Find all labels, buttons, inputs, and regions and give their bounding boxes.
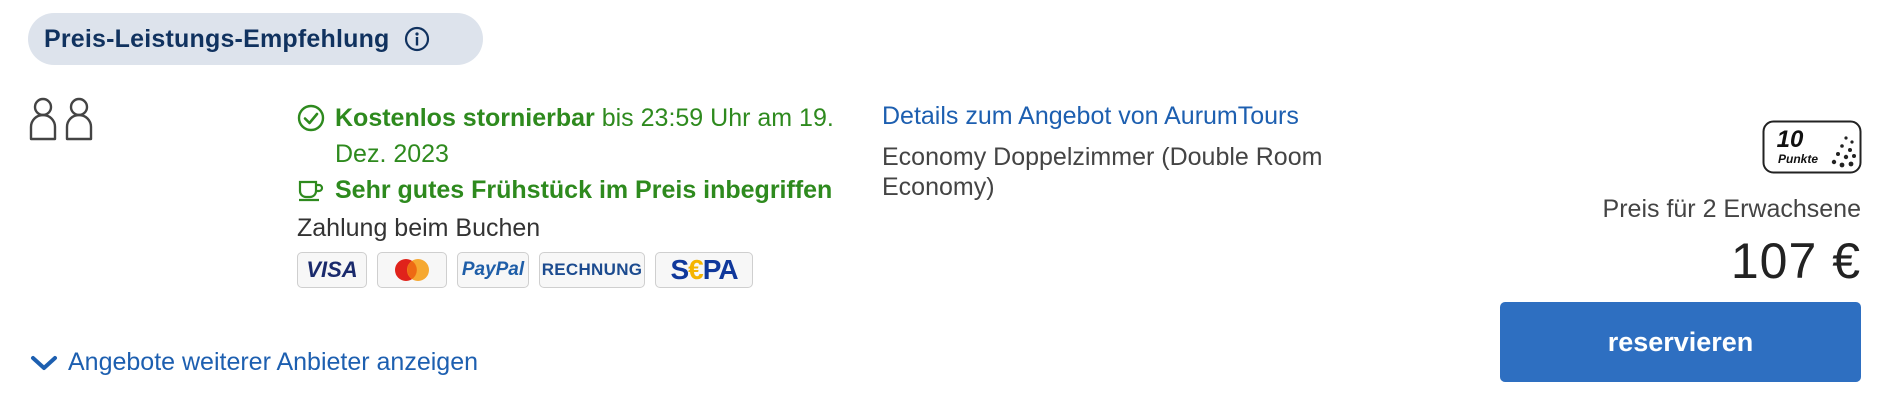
- guest-count: [28, 97, 94, 141]
- person-icon: [28, 97, 58, 141]
- sepa-logo-s: S: [670, 254, 689, 285]
- payment-methods: VISA PayPal RECHNUNG S € PA: [297, 252, 857, 288]
- offer-terms: Kostenlos stornierbar bis 23:59 Uhr am 1…: [297, 100, 857, 288]
- points-badge: 10 Punkte: [1762, 120, 1862, 174]
- mastercard-logo: [377, 252, 447, 288]
- points-label: Punkte: [1778, 152, 1818, 166]
- offer-details-link[interactable]: Details zum Angebot von AurumTours: [882, 100, 1402, 132]
- sepa-logo-euro: €: [688, 254, 704, 285]
- more-offers-toggle[interactable]: Angebote weiterer Anbieter anzeigen: [30, 348, 478, 377]
- recommendation-badge: Preis-Leistungs-Empfehlung: [28, 13, 483, 65]
- sepa-logo-pa: PA: [702, 254, 739, 285]
- cancellation-info: Kostenlos stornierbar bis 23:59 Uhr am 1…: [297, 100, 857, 172]
- reserve-button[interactable]: reservieren: [1500, 302, 1861, 382]
- coffee-cup-icon: [297, 172, 327, 208]
- visa-logo: VISA: [297, 252, 367, 288]
- price-amount: 107 €: [1730, 233, 1861, 289]
- breakfast-info: Sehr gutes Frühstück im Preis inbegriffe…: [297, 172, 857, 208]
- offer-details: Details zum Angebot von AurumTours Econo…: [882, 100, 1402, 202]
- payment-timing: Zahlung beim Buchen: [297, 214, 541, 242]
- points-value: 10: [1777, 126, 1804, 153]
- paypal-logo: PayPal: [457, 252, 529, 288]
- price-label: Preis für 2 Erwachsene: [1602, 195, 1861, 223]
- sepa-logo: S € PA: [655, 252, 753, 288]
- more-offers-label: Angebote weiterer Anbieter anzeigen: [68, 348, 479, 376]
- breakfast-label: Sehr gutes Frühstück im Preis inbegriffe…: [335, 176, 833, 204]
- recommendation-badge-label: Preis-Leistungs-Empfehlung: [44, 24, 390, 53]
- check-circle-icon: [297, 100, 327, 136]
- person-icon: [64, 97, 94, 141]
- room-description: Economy Doppelzimmer (Double Room Econom…: [882, 143, 1323, 201]
- cancellation-label: Kostenlos stornierbar: [335, 104, 595, 132]
- info-icon[interactable]: [404, 26, 430, 52]
- chevron-down-icon: [30, 353, 68, 373]
- invoice-logo: RECHNUNG: [539, 252, 645, 288]
